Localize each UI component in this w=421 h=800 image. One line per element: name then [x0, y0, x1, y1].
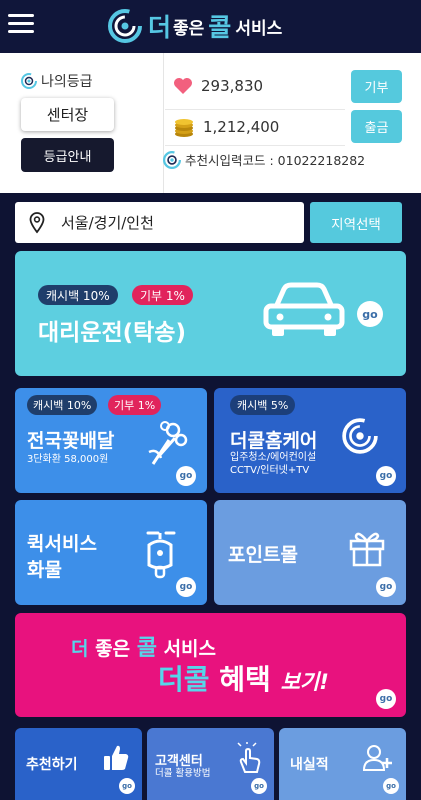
stat-divider: [165, 109, 345, 110]
logo-icon: [108, 9, 142, 43]
touch-icon: [237, 742, 261, 773]
points-row: 293,830: [173, 77, 263, 95]
donate-button[interactable]: 기부: [351, 70, 402, 103]
divider: [163, 53, 164, 193]
card-title: 대리운전(탁송): [38, 320, 186, 346]
go-icon: go: [376, 577, 396, 597]
card-subtitle: CCTV/인터넷+TV: [230, 465, 310, 476]
card-subtitle: 입주청소/에어컨이설: [230, 452, 317, 463]
add-user-icon: [363, 745, 392, 771]
mini-logo-icon: [163, 150, 181, 169]
points-value: 293,830: [201, 77, 264, 95]
go-icon: go: [383, 778, 399, 794]
point-mall-card[interactable]: 포인트몰 go: [214, 500, 406, 605]
grade-row: 나의등급: [21, 71, 93, 91]
profile-panel: 나의등급 센터장 등급안내 293,830 기부 1,212,400 출금 추천…: [0, 53, 421, 193]
bouquet-icon: [148, 421, 188, 465]
gift-icon: [349, 532, 385, 567]
go-icon: go: [376, 466, 396, 486]
referral-code: 추천시입력코드 : 01022218282: [185, 153, 366, 168]
designated-driver-card[interactable]: 캐시백 10% 기부 1% 대리운전(탁송) go: [15, 251, 406, 376]
recommend-card[interactable]: 추천하기 go: [15, 728, 142, 800]
card-title: 포인트몰: [228, 544, 298, 566]
banner-line2: 더콜 혜택 보기!: [158, 663, 329, 696]
card-subtitle: 3단화환 58,000원: [27, 454, 109, 465]
grade-label: 나의등급: [41, 74, 93, 90]
coins-icon: [175, 119, 193, 137]
card-title: 퀵서비스: [27, 533, 97, 555]
app-header: 더 좋은 콜 서비스: [0, 0, 421, 53]
card-subtitle: 더콜 활용방법: [155, 768, 211, 779]
card-title: 전국꽃배달: [27, 430, 115, 452]
card-title: 화물: [27, 559, 62, 581]
withdraw-button[interactable]: 출금: [351, 110, 402, 143]
cashback-badge: 캐시백 10%: [27, 395, 98, 415]
mini-logo-icon: [21, 73, 37, 89]
logo-text-1: 더: [148, 13, 172, 42]
go-icon: go: [376, 689, 396, 709]
card-title: 더콜홈케어: [230, 430, 318, 452]
benefits-banner[interactable]: 더 좋은 콜 서비스 더콜 혜택 보기! go: [15, 613, 406, 717]
logo-icon: [342, 418, 378, 454]
card-title: 추천하기: [26, 757, 78, 773]
logo-text-3: 콜: [208, 13, 232, 42]
location-pin-icon: [29, 211, 45, 233]
my-results-card[interactable]: 내실적 go: [279, 728, 406, 800]
coins-value: 1,212,400: [203, 118, 280, 136]
cashback-badge: 캐시백 10%: [38, 285, 118, 305]
donate-badge: 기부 1%: [108, 395, 162, 415]
stat-divider: [165, 145, 345, 146]
logo-text-2: 좋은: [173, 18, 205, 39]
location-field[interactable]: 서울/경기/인천: [15, 202, 304, 243]
app-logo[interactable]: 더 좋은 콜 서비스: [108, 8, 282, 44]
heart-icon: [174, 78, 192, 94]
scooter-icon: [146, 531, 176, 579]
coins-row: 1,212,400: [173, 116, 279, 138]
quick-service-card[interactable]: 퀵서비스 화물 go: [15, 500, 207, 605]
thumbs-up-icon: [104, 745, 129, 770]
grade-info-button[interactable]: 등급안내: [21, 138, 114, 172]
donate-badge: 기부 1%: [132, 285, 193, 305]
location-value: 서울/경기/인천: [61, 214, 154, 232]
card-title: 내실적: [290, 757, 329, 773]
flower-delivery-card[interactable]: 캐시백 10% 기부 1% 전국꽃배달 3단화환 58,000원 go: [15, 388, 207, 493]
go-icon: go: [176, 577, 196, 597]
homecare-card[interactable]: 캐시백 5% 더콜홈케어 입주청소/에어컨이설 CCTV/인터넷+TV go: [214, 388, 406, 493]
customer-center-card[interactable]: 고객센터 더콜 활용방법 go: [147, 728, 274, 800]
region-select-button[interactable]: 지역선택: [310, 202, 402, 243]
go-icon: go: [119, 778, 135, 794]
cashback-badge: 캐시백 5%: [230, 395, 296, 415]
grade-value: 센터장: [21, 98, 114, 131]
menu-icon[interactable]: [8, 14, 34, 36]
car-icon: [263, 282, 345, 336]
go-icon: go: [357, 301, 383, 327]
go-icon: go: [251, 778, 267, 794]
go-icon: go: [176, 466, 196, 486]
logo-text-4: 서비스: [235, 18, 283, 39]
referral-row: 추천시입력코드 : 01022218282: [163, 150, 365, 169]
